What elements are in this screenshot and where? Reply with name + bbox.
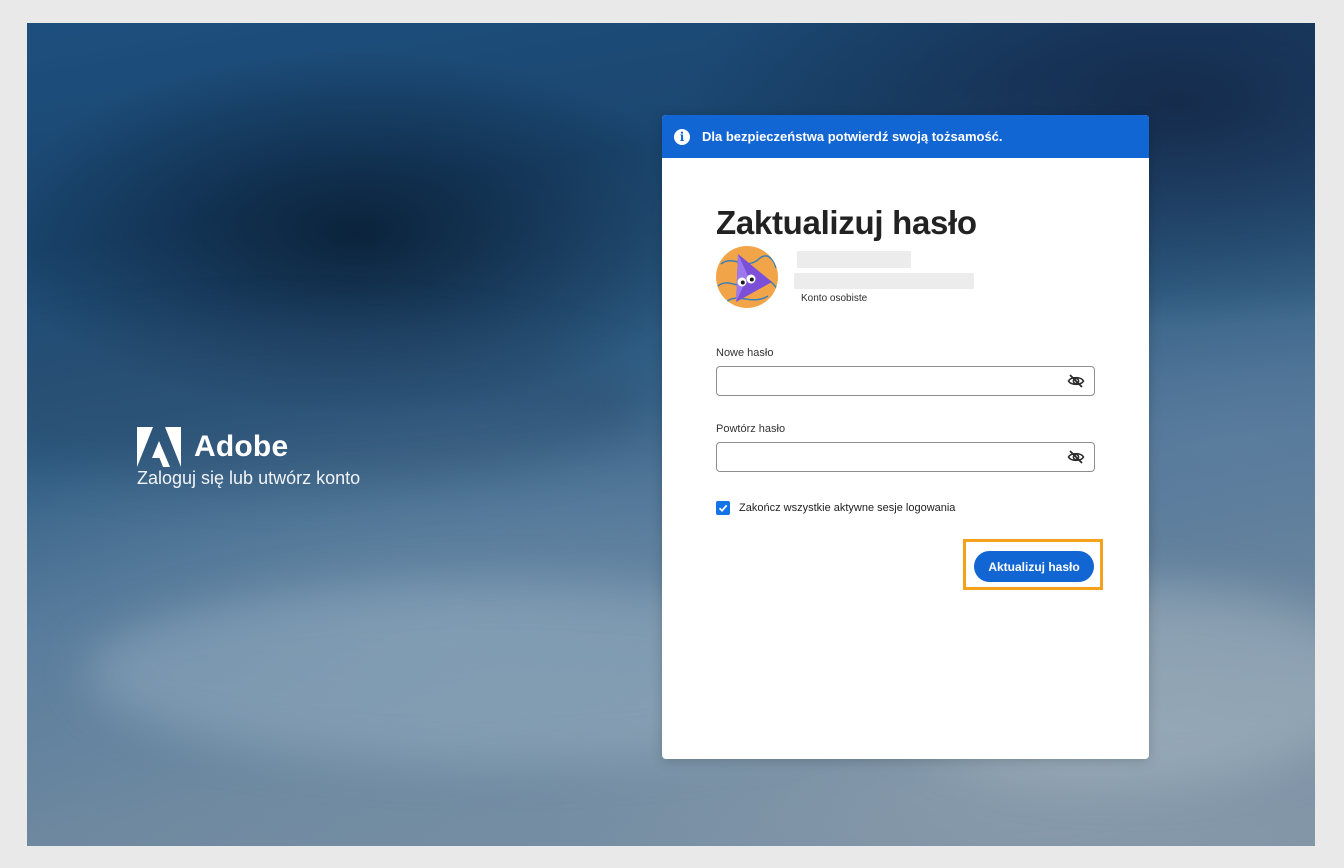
- brand-name: Adobe: [194, 430, 289, 463]
- banner-text: Dla bezpieczeństwa potwierdź swoją tożsa…: [702, 129, 1003, 144]
- account-type: Konto osobiste: [801, 293, 868, 304]
- eye-off-icon[interactable]: [1067, 372, 1085, 390]
- new-password-field: [716, 366, 1095, 396]
- brand-block: Adobe Zaloguj się lub utwórz konto: [137, 427, 360, 489]
- brand-tagline: Zaloguj się lub utwórz konto: [137, 468, 361, 488]
- adobe-logo-icon: [137, 427, 181, 467]
- eye-off-icon[interactable]: [1067, 448, 1085, 466]
- repeat-password-field: [716, 442, 1095, 472]
- form-body: Zaktualizuj hasło Konto osobiste Nowe ha…: [662, 203, 1149, 515]
- end-sessions-checkbox[interactable]: [716, 501, 730, 515]
- redacted-email: [794, 273, 974, 289]
- security-banner: i Dla bezpieczeństwa potwierdź swoją toż…: [662, 115, 1149, 158]
- background: Adobe Zaloguj się lub utwórz konto i Dla…: [27, 23, 1315, 846]
- new-password-input[interactable]: [716, 366, 1095, 396]
- end-sessions-label[interactable]: Zakończ wszystkie aktywne sesje logowani…: [739, 502, 955, 514]
- avatar-illustration-icon: [717, 254, 778, 303]
- checkmark-icon: [718, 504, 728, 513]
- update-password-card: i Dla bezpieczeństwa potwierdź swoją toż…: [662, 115, 1149, 759]
- account-info: Konto osobiste: [716, 246, 1095, 312]
- repeat-password-input[interactable]: [716, 442, 1095, 472]
- new-password-label: Nowe hasło: [716, 347, 774, 359]
- repeat-password-label: Powtórz hasło: [716, 423, 786, 435]
- avatar: [716, 246, 778, 308]
- info-icon: i: [674, 128, 690, 145]
- update-password-button[interactable]: Aktualizuj hasło: [974, 551, 1094, 582]
- redacted-name: [797, 251, 911, 268]
- end-sessions-option: Zakończ wszystkie aktywne sesje logowani…: [716, 501, 1095, 515]
- page-title: Zaktualizuj hasło: [716, 204, 977, 241]
